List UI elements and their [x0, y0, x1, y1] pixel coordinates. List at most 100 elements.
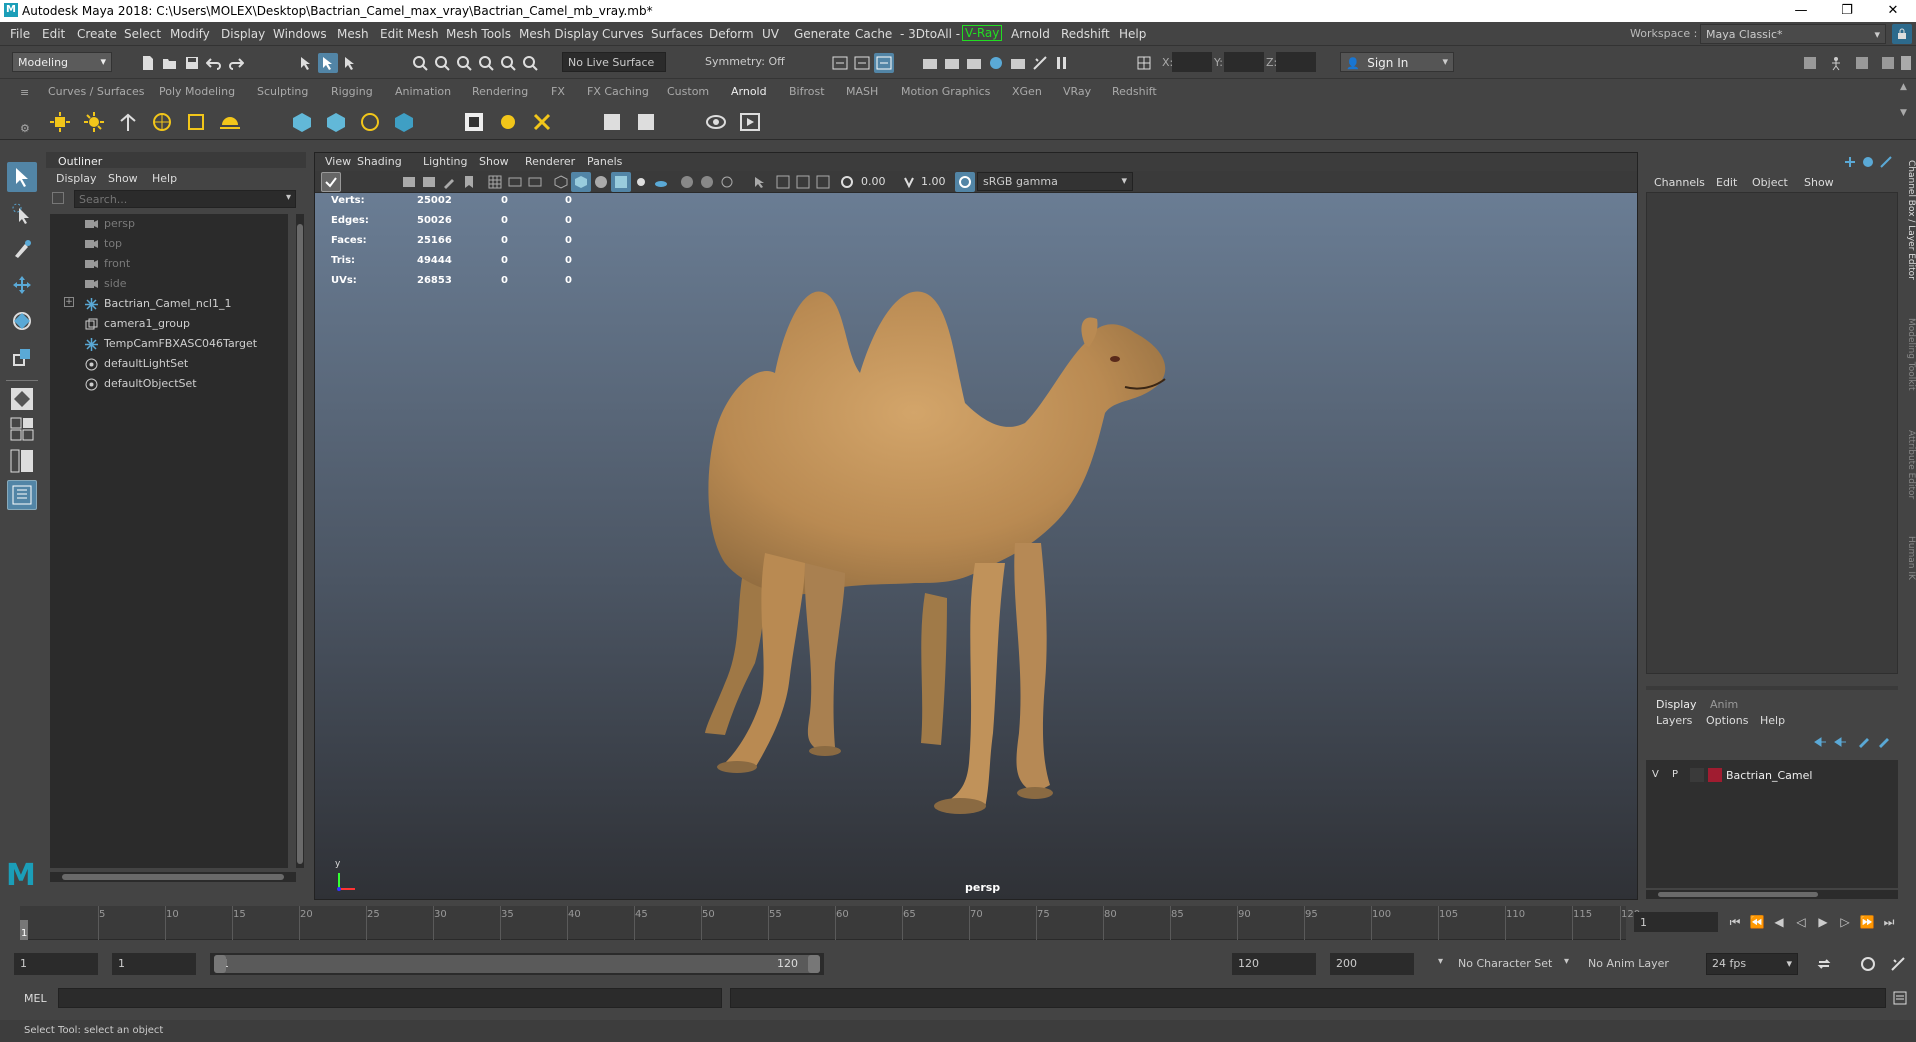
current-frame-field[interactable]: 1 — [1634, 912, 1718, 932]
tool-settings-icon[interactable] — [1878, 53, 1898, 73]
close-button[interactable]: ✕ — [1870, 0, 1916, 22]
play-backwards-icon[interactable]: ◁ — [1792, 912, 1810, 932]
menu-uv[interactable]: UV — [762, 27, 779, 41]
tab-vray[interactable]: VRay — [1063, 85, 1091, 98]
maximize-button[interactable]: ❐ — [1824, 0, 1870, 22]
tab-mash[interactable]: MASH — [846, 85, 878, 98]
snap-curve-icon[interactable] — [432, 53, 452, 73]
light-portal-icon[interactable] — [184, 110, 208, 134]
move-layer-up-icon[interactable] — [1810, 732, 1830, 752]
tab-custom[interactable]: Custom — [667, 85, 709, 98]
outliner-vscrollbar[interactable] — [296, 214, 304, 868]
layer-visibility-toggle[interactable]: V — [1652, 769, 1666, 783]
viewport-menu-lighting[interactable]: Lighting — [423, 155, 467, 168]
tab-rigging[interactable]: Rigging — [331, 85, 373, 98]
playback-start-field[interactable]: 1 — [112, 953, 196, 975]
tab-curves-surfaces[interactable]: Curves / Surfaces — [48, 85, 145, 98]
menu-mesh-tools[interactable]: Mesh Tools — [446, 27, 511, 41]
channel-box-icon-3[interactable] — [1876, 152, 1896, 172]
menu-cache[interactable]: Cache — [855, 27, 892, 41]
menu-create[interactable]: Create — [77, 27, 117, 41]
outliner-item-persp[interactable]: persp — [50, 214, 290, 234]
area-light-icon[interactable] — [48, 110, 72, 134]
motion-blur-icon[interactable] — [697, 172, 717, 192]
menu-file[interactable]: File — [10, 27, 30, 41]
outliner-item-tempcam-target[interactable]: TempCamFBXASC046Target — [50, 334, 290, 354]
persp-outliner-layout-icon[interactable] — [7, 446, 37, 476]
step-forward-key-icon[interactable]: ▷ — [1836, 912, 1854, 932]
outliner-item-bactrian-camel[interactable]: + Bactrian_Camel_ncl1_1 — [50, 294, 290, 314]
layer-menu-options[interactable]: Options — [1706, 714, 1748, 727]
viewport-menu-panels[interactable]: Panels — [587, 155, 622, 168]
snap-view-icon[interactable] — [476, 53, 496, 73]
save-scene-icon[interactable] — [182, 53, 202, 73]
grid-icon[interactable] — [485, 172, 505, 192]
select-component-icon[interactable] — [340, 53, 360, 73]
search-options-chevron-icon[interactable]: ▾ — [286, 192, 291, 203]
layer-tab-anim[interactable]: Anim — [1710, 698, 1738, 711]
gamma-value[interactable]: 1.00 — [921, 175, 946, 188]
auto-key-icon[interactable] — [1858, 954, 1878, 974]
tab-arnold[interactable]: Arnold — [731, 85, 767, 98]
tab-animation[interactable]: Animation — [395, 85, 451, 98]
modeling-toolkit-icon[interactable] — [1800, 53, 1820, 73]
mesh-light-icon[interactable] — [82, 110, 106, 134]
playback-end-field[interactable]: 120 — [1232, 953, 1316, 975]
outliner-layout-icon[interactable] — [7, 480, 37, 510]
outliner-menu-display[interactable]: Display — [56, 172, 97, 185]
step-back-frame-icon[interactable]: ⏪ — [1748, 912, 1766, 932]
preview-icon[interactable] — [704, 110, 728, 134]
render-settings-icon[interactable] — [942, 53, 962, 73]
material-icon[interactable] — [496, 110, 520, 134]
rotate-tool-icon[interactable] — [7, 306, 37, 336]
sign-in-button[interactable]: 👤 Sign In ▾ — [1340, 52, 1454, 72]
outliner-vscroll-thumb[interactable] — [297, 224, 303, 864]
loop-icon[interactable] — [1814, 954, 1834, 974]
layer-color-swatch[interactable] — [1708, 768, 1722, 782]
xray-icon[interactable] — [773, 172, 793, 192]
range-slider-track[interactable]: 1 120 — [210, 953, 824, 975]
physical-sky-icon[interactable] — [218, 110, 242, 134]
pause-icon[interactable] — [1052, 53, 1072, 73]
film-gate-icon[interactable] — [505, 172, 525, 192]
redo-icon[interactable] — [226, 53, 246, 73]
paint-select-tool-icon[interactable] — [7, 234, 37, 264]
script-editor-icon[interactable] — [1890, 988, 1910, 1008]
character-set-dropdown[interactable]: No Character Set — [1452, 953, 1576, 975]
select-hierarchy-icon[interactable] — [296, 53, 316, 73]
menu-edit[interactable]: Edit — [42, 27, 65, 41]
textured-icon[interactable] — [611, 172, 631, 192]
grease-pencil-icon[interactable] — [439, 172, 459, 192]
outliner-item-top[interactable]: top — [50, 234, 290, 254]
go-to-end-icon[interactable]: ⏭ — [1880, 912, 1898, 932]
menu-help[interactable]: Help — [1119, 27, 1146, 41]
menu-mesh[interactable]: Mesh — [337, 27, 369, 41]
image-plane-icon[interactable] — [399, 172, 419, 192]
menu-curves[interactable]: Curves — [602, 27, 644, 41]
snap-grid-icon[interactable] — [410, 53, 430, 73]
channels-menu-object[interactable]: Object — [1752, 176, 1788, 189]
select-object-icon[interactable] — [318, 53, 338, 73]
tab-redshift[interactable]: Redshift — [1112, 85, 1157, 98]
fps-dropdown[interactable]: 24 fps ▾ — [1706, 953, 1798, 975]
menu-modify[interactable]: Modify — [170, 27, 210, 41]
outliner-hscrollbar[interactable] — [50, 872, 296, 882]
tab-fx[interactable]: FX — [551, 85, 565, 98]
outliner-search-input[interactable] — [74, 190, 296, 208]
anti-aliasing-icon[interactable] — [717, 172, 737, 192]
side-tab-channel-box[interactable]: Channel Box / Layer Editor — [1904, 160, 1916, 300]
live-surface-field[interactable]: No Live Surface — [562, 52, 666, 72]
layer-display-type-toggle[interactable] — [1690, 768, 1704, 782]
render-view-arnold-icon[interactable] — [462, 110, 486, 134]
tab-bifrost[interactable]: Bifrost — [789, 85, 825, 98]
menu-deform[interactable]: Deform — [709, 27, 754, 41]
workspace-lock-icon[interactable] — [1892, 24, 1912, 44]
view-transform-dropdown[interactable]: sRGB gamma ▾ — [977, 172, 1133, 191]
expand-icon[interactable]: + — [64, 297, 74, 307]
four-view-layout-icon[interactable] — [7, 416, 37, 442]
x-field[interactable] — [1172, 52, 1212, 72]
menu-edit-mesh[interactable]: Edit Mesh — [380, 27, 439, 41]
select-tool-icon[interactable] — [7, 162, 37, 192]
menu-display[interactable]: Display — [221, 27, 265, 41]
photometric-light-icon[interactable] — [116, 110, 140, 134]
